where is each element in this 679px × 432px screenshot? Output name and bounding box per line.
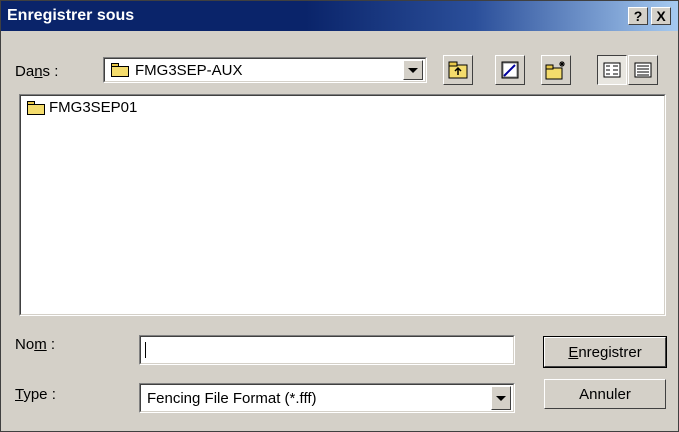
folder-icon (27, 100, 45, 115)
file-list[interactable] (19, 94, 666, 316)
list-view-icon (603, 62, 621, 78)
chevron-down-icon (496, 395, 506, 401)
window-title: Enregistrer sous (7, 7, 135, 24)
filetype-dropdown-button[interactable] (491, 386, 511, 410)
look-in-dropdown-button[interactable] (403, 60, 423, 80)
look-in-combo[interactable]: FMG3SEP-AUX (103, 57, 427, 83)
file-name: FMG3SEP01 (49, 99, 138, 116)
up-folder-button[interactable] (443, 55, 473, 85)
save-as-dialog: Enregistrer sous ? X Dans : FMG3SEP-AUX … (0, 0, 679, 432)
filename-label: Nom : (15, 336, 56, 353)
filetype-label: Type : (15, 386, 56, 403)
list-view-button[interactable] (597, 55, 627, 85)
help-button[interactable]: ? (628, 7, 648, 25)
up-folder-icon (448, 61, 468, 79)
filetype-combo[interactable]: Fencing File Format (*.fff) (139, 383, 515, 413)
close-button[interactable]: X (651, 7, 671, 25)
help-icon: ? (633, 8, 643, 24)
desktop-icon (501, 61, 519, 79)
list-item[interactable]: FMG3SEP01 (27, 99, 137, 116)
close-icon: X (656, 8, 666, 24)
chevron-down-icon (408, 67, 418, 73)
save-button[interactable]: Enregistrer (543, 336, 667, 368)
look-in-label: Dans : (15, 63, 59, 80)
details-view-icon (634, 62, 652, 78)
title-bar[interactable]: Enregistrer sous ? X (1, 1, 678, 31)
new-folder-icon (545, 61, 565, 80)
cancel-button[interactable]: Annuler (544, 379, 666, 409)
look-in-value: FMG3SEP-AUX (135, 61, 243, 79)
desktop-button[interactable] (495, 55, 525, 85)
filetype-value: Fencing File Format (*.fff) (147, 389, 317, 407)
filename-input[interactable] (139, 335, 515, 365)
details-view-button[interactable] (628, 55, 658, 85)
open-folder-icon (111, 63, 129, 77)
new-folder-button[interactable] (541, 55, 571, 85)
text-cursor (145, 342, 146, 358)
